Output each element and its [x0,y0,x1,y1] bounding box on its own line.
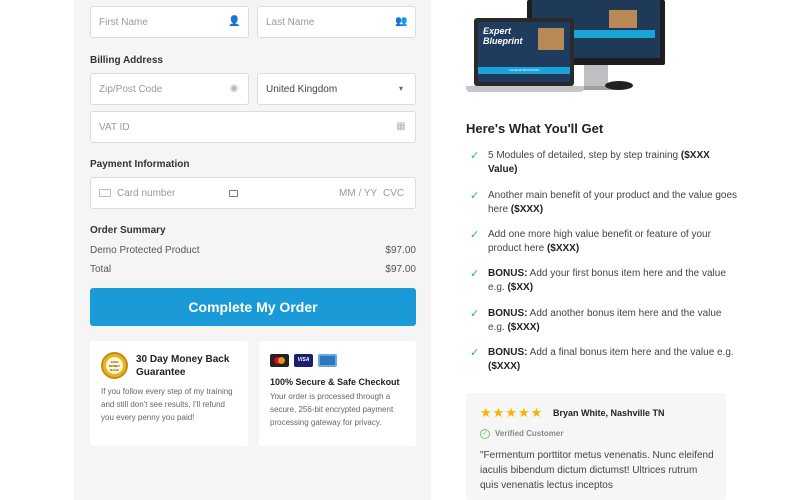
billing-address-label: Billing Address [90,55,163,66]
amex-icon [318,354,337,367]
badge-text: 100% MONEY BACK [106,357,123,374]
first-name-field[interactable]: First Name 👤 [90,6,249,38]
laptop: Expert Blueprint CHARLIE BROWNING [474,18,574,86]
guarantee-card: 100% MONEY BACK 30 Day Money Back Guaran… [90,341,248,446]
payment-information-label: Payment Information [90,159,190,170]
last-name-field[interactable]: Last Name 👥 [257,6,416,38]
first-name-placeholder: First Name [99,16,148,28]
user-icon: 👤 [228,16,241,27]
last-name-placeholder: Last Name [266,16,315,28]
bonus-prefix: BONUS: [488,268,528,279]
laptop-base [466,86,584,92]
review-text: "Fermentum porttitor metus venenatis. Nu… [480,450,714,491]
country-value: United Kingdom [266,83,338,95]
bonus-prefix: BONUS: [488,347,528,358]
summary-total-row: Total $97.00 [90,264,416,275]
expiry-placeholder[interactable]: MM / YY [339,188,377,199]
cvc-placeholder[interactable]: CVC [383,188,404,199]
reviewer-name: Bryan White, Nashville TN [553,408,665,418]
check-icon: ✓ [470,347,480,359]
building-icon: ▦ [396,121,406,132]
guarantee-title: 30 Day Money Back Guarantee [136,354,230,378]
bonus-prefix: BONUS: [488,308,528,319]
product-title-line1: Expert [483,26,512,36]
benefit-item: ✓ Add one more high value benefit or fea… [470,228,740,256]
benefit-item: ✓ BONUS: Add a final bonus item here and… [470,346,740,374]
card-scan-icon [229,189,238,197]
card-number-placeholder[interactable]: Card number [117,188,229,199]
benefit-item: ✓ BONUS: Add another bonus item here and… [470,307,740,335]
secure-text: Your order is processed through a secure… [270,392,394,427]
benefit-item: ✓ Another main benefit of your product a… [470,189,740,217]
visa-icon: VISA [294,354,313,367]
total-label: Total [90,264,112,275]
secure-checkout-card: VISA 100% Secure & Safe Checkout Your or… [259,341,416,446]
benefits-heading: Here's What You'll Get [466,121,604,136]
benefit-text: Add a final bonus item here and the valu… [527,347,734,358]
order-summary-label: Order Summary [90,225,166,236]
zip-placeholder: Zip/Post Code [99,83,163,95]
product-box-icon [538,28,564,50]
verified-check-icon: ✓ [480,429,490,439]
mastercard-icon [270,354,289,367]
benefit-text: 5 Modules of detailed, step by step trai… [488,150,681,161]
check-icon: ✓ [470,229,480,241]
mouse-icon [605,81,633,90]
testimonial-card: ★★★★★ Bryan White, Nashville TN ✓ Verifi… [466,393,726,500]
vat-placeholder: VAT ID [99,121,130,133]
benefit-text: Add one more high value benefit or featu… [488,229,711,254]
check-icon: ✓ [470,150,480,162]
summary-row: Demo Protected Product $97.00 [90,245,416,256]
benefit-item: ✓ BONUS: Add your first bonus item here … [470,267,740,295]
product-price: $97.00 [385,245,416,256]
complete-order-button[interactable]: Complete My Order [90,288,416,326]
secure-title: 100% Secure & Safe Checkout [270,377,400,387]
money-back-badge-icon: 100% MONEY BACK [101,352,128,379]
users-icon: 👥 [395,16,408,27]
check-icon: ✓ [470,190,480,202]
product-mockup-image: Expert Blueprint CHARLIE BROWNING [466,0,666,98]
guarantee-text: If you follow every step of my training … [101,387,233,422]
zip-field[interactable]: Zip/Post Code ◉ [90,73,249,105]
benefit-item: ✓ 5 Modules of detailed, step by step tr… [470,149,740,177]
benefit-value: ($XXX) [488,361,521,372]
chevron-down-icon: ▾ [398,84,403,93]
card-icon [99,189,111,197]
benefit-value: ($XX) [507,282,534,293]
check-icon: ✓ [470,308,480,320]
check-icon: ✓ [470,268,480,280]
benefit-value: ($XXX) [546,243,580,254]
benefit-value: ($XXX) [510,204,544,215]
product-author: CHARLIE BROWNING [478,67,570,74]
benefit-value: ($XXX) [507,322,540,333]
product-name: Demo Protected Product [90,245,200,256]
country-select[interactable]: United Kingdom ▾ [257,73,416,105]
verified-label: Verified Customer [495,429,564,438]
product-title-line2: Blueprint [483,36,523,46]
total-price: $97.00 [385,264,416,275]
rating-stars: ★★★★★ [480,405,544,420]
vat-id-field[interactable]: VAT ID ▦ [90,111,416,143]
payment-cards: VISA [270,354,337,367]
location-icon: ◉ [229,83,239,94]
card-field[interactable]: Card number MM / YY CVC [90,177,416,209]
